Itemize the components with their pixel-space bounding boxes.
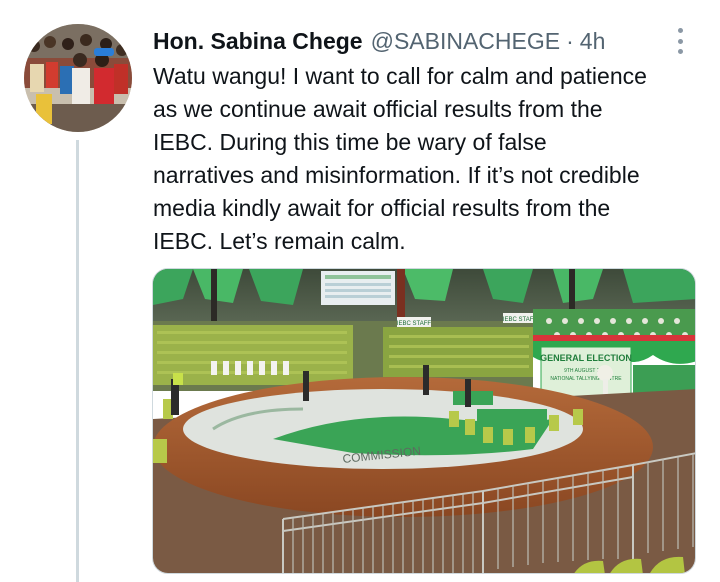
tweet-text-line: Watu wangu! I want to call for calm and …: [153, 63, 647, 89]
tallying-centre-photo: IEBC STAFF IEBC STAFF GENERAL ELECTION 9…: [153, 269, 695, 573]
more-dot: [677, 49, 683, 54]
more-vertical-icon[interactable]: [670, 26, 690, 56]
sign-right: IEBC STAFF: [503, 317, 538, 323]
tweet-text-line: media kindly await for official results …: [153, 195, 611, 221]
sign-left: IEBC STAFF: [397, 321, 432, 327]
timestamp[interactable]: 4h: [580, 27, 606, 55]
header-separator: ·: [566, 28, 574, 54]
avatar[interactable]: [24, 24, 132, 132]
tweet-text-line: as we continue await official results fr…: [153, 96, 603, 122]
avatar-image: [24, 24, 132, 132]
tweet-text-line: IEBC. Let’s remain calm.: [153, 228, 406, 254]
tweet[interactable]: Hon. Sabina Chege @SABINACHEGE · 4h Watu…: [0, 0, 720, 582]
author-name[interactable]: Hon. Sabina Chege: [153, 27, 363, 55]
more-dot: [677, 38, 683, 44]
tweet-header: Hon. Sabina Chege @SABINACHEGE · 4h: [153, 27, 605, 55]
thread-line: [76, 140, 79, 582]
tweet-media-photo[interactable]: IEBC STAFF IEBC STAFF GENERAL ELECTION 9…: [152, 268, 696, 574]
tweet-text-line: IEBC. During this time be wary of false: [153, 129, 547, 155]
author-handle[interactable]: @SABINACHEGE: [371, 27, 561, 55]
tweet-text: Watu wangu! I want to call for calm and …: [153, 60, 698, 258]
tweet-text-line: narratives and misinformation. If it’s n…: [153, 162, 640, 188]
more-dot: [677, 28, 683, 33]
banner-title: GENERAL ELECTION: [540, 353, 632, 363]
